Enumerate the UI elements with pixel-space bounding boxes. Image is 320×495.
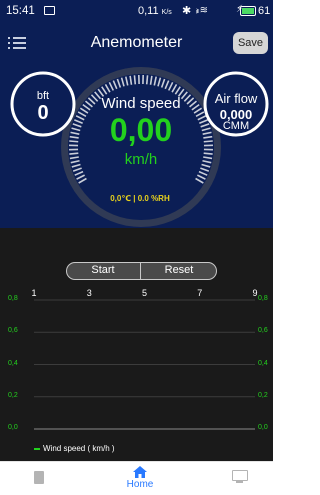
airflow-unit: CMM bbox=[222, 120, 250, 132]
app-bar: Anemometer Save bbox=[0, 24, 273, 64]
nav-display-icon[interactable] bbox=[232, 470, 248, 483]
y-tick-label: 0,6 bbox=[258, 327, 268, 335]
wind-speed-value: 0,00 bbox=[109, 112, 173, 148]
y-tick-label: 0,0 bbox=[258, 424, 268, 431]
line-chart bbox=[34, 299, 255, 430]
status-time: 15:41 bbox=[6, 5, 35, 17]
bft-value: 0 bbox=[37, 102, 49, 124]
gauge-tick bbox=[69, 152, 79, 155]
chart-legend: Wind speed ( km/h ) bbox=[34, 444, 115, 453]
bft-label: bft bbox=[36, 90, 50, 102]
home-icon[interactable] bbox=[133, 466, 147, 478]
x-tick-label: 5 bbox=[141, 288, 147, 298]
wind-speed-label: Wind speed bbox=[101, 95, 181, 112]
wind-speed-unit: km/h bbox=[124, 151, 158, 168]
signal-icon: ᵢₗₗ ≋ bbox=[196, 5, 208, 16]
status-bar: 15:41 0,11 K/s ✱ ᵢₗₗ ≋ ⚡ 61 bbox=[0, 0, 273, 24]
x-tick-label: 1 bbox=[31, 288, 37, 298]
legend-label: Wind speed ( km/h ) bbox=[43, 444, 115, 453]
nav-home-label[interactable]: Home bbox=[118, 479, 162, 490]
y-tick-label: 0,8 bbox=[258, 295, 268, 302]
gauge-tick bbox=[133, 75, 137, 85]
temp-humidity-readout: 0,0℃ | 0.0 %RH bbox=[110, 194, 170, 203]
y-tick-label: 0,2 bbox=[258, 391, 268, 399]
gauge-tick bbox=[145, 75, 149, 85]
y-tick-label: 0,8 bbox=[8, 295, 18, 302]
y-tick-label: 0,6 bbox=[8, 327, 18, 335]
battery-level: 61 bbox=[258, 5, 271, 17]
y-tick-label: 0,4 bbox=[258, 359, 268, 367]
x-tick-label: 3 bbox=[86, 288, 92, 298]
image-notification-icon bbox=[44, 6, 55, 15]
gauge-panel: Wind speed 0,00 km/h 0,0℃ | 0.0 %RH bft … bbox=[0, 64, 273, 228]
x-tick-label: 7 bbox=[197, 288, 203, 298]
bluetooth-icon: ✱ bbox=[182, 5, 192, 17]
gauge-tick bbox=[203, 152, 213, 155]
y-tick-label: 0,2 bbox=[8, 391, 18, 399]
chart-area: Start Reset 13579 0,0 0,0 0,2 0,2 0,4 0,4 0,6 0… bbox=[0, 228, 273, 461]
bottom-nav: Home bbox=[0, 461, 273, 495]
save-button[interactable]: Save bbox=[233, 32, 268, 54]
y-tick-label: 0,4 bbox=[8, 359, 18, 367]
battery-icon bbox=[240, 6, 256, 16]
y-tick-label: 0,0 bbox=[8, 424, 18, 431]
network-speed: 0,11 K/s bbox=[138, 5, 172, 17]
airflow-label: Air flow bbox=[214, 91, 258, 106]
legend-swatch bbox=[34, 448, 40, 450]
nav-device-icon[interactable] bbox=[34, 471, 44, 484]
